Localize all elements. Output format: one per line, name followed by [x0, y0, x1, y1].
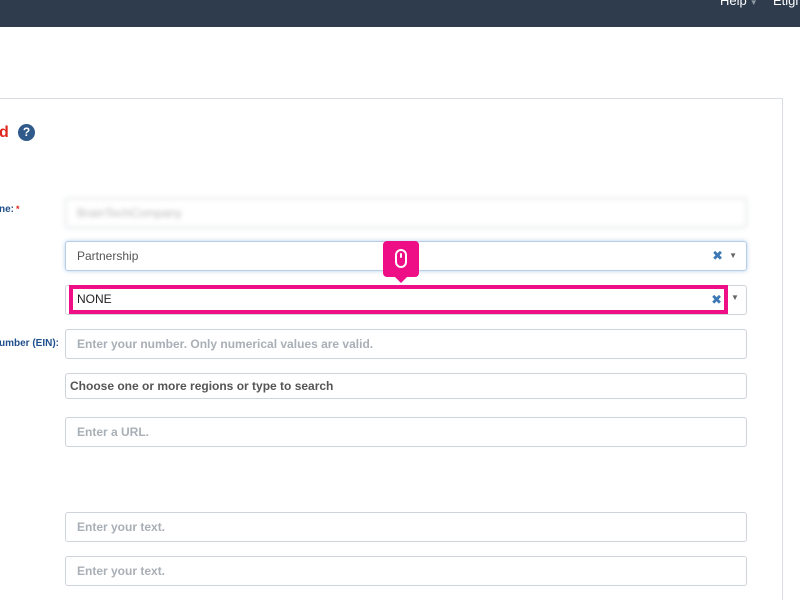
company-name-input[interactable]: BrainTechCompany: [65, 198, 747, 228]
required-marker: *: [16, 204, 20, 214]
mouse-icon: [395, 249, 407, 268]
dropdown-arrow-icon[interactable]: ▼: [731, 293, 739, 302]
text-input-1[interactable]: Enter your text.: [65, 512, 747, 542]
clear-selection-icon[interactable]: ✖: [711, 289, 722, 310]
dropdown-arrow-icon[interactable]: ▼: [729, 242, 737, 270]
ein-input[interactable]: Enter your number. Only numerical values…: [65, 329, 747, 359]
classification-highlight[interactable]: NONE ✖: [69, 285, 728, 314]
mouse-click-indicator: [383, 241, 419, 283]
help-menu[interactable]: Help ▼: [720, 0, 758, 8]
text-input-2[interactable]: Enter your text.: [65, 556, 747, 586]
entity-type-value: Partnership: [77, 249, 139, 263]
clear-selection-icon[interactable]: ✖: [712, 242, 723, 270]
section-title: d: [0, 124, 9, 141]
name-label-text: ne:: [0, 204, 14, 215]
classification-value: NONE: [77, 292, 112, 306]
top-navbar: Help ▼ Etign: [0, 0, 800, 27]
ein-label: umber (EIN):: [0, 338, 59, 349]
user-menu[interactable]: Etign: [773, 0, 800, 8]
caret-down-icon: ▼: [749, 0, 758, 7]
regions-multiselect[interactable]: Choose one or more regions or type to se…: [65, 373, 747, 399]
help-circle-icon[interactable]: ?: [18, 124, 35, 141]
name-label: ne: *: [0, 204, 20, 215]
url-input[interactable]: Enter a URL.: [65, 417, 747, 447]
help-menu-label: Help: [720, 0, 747, 8]
